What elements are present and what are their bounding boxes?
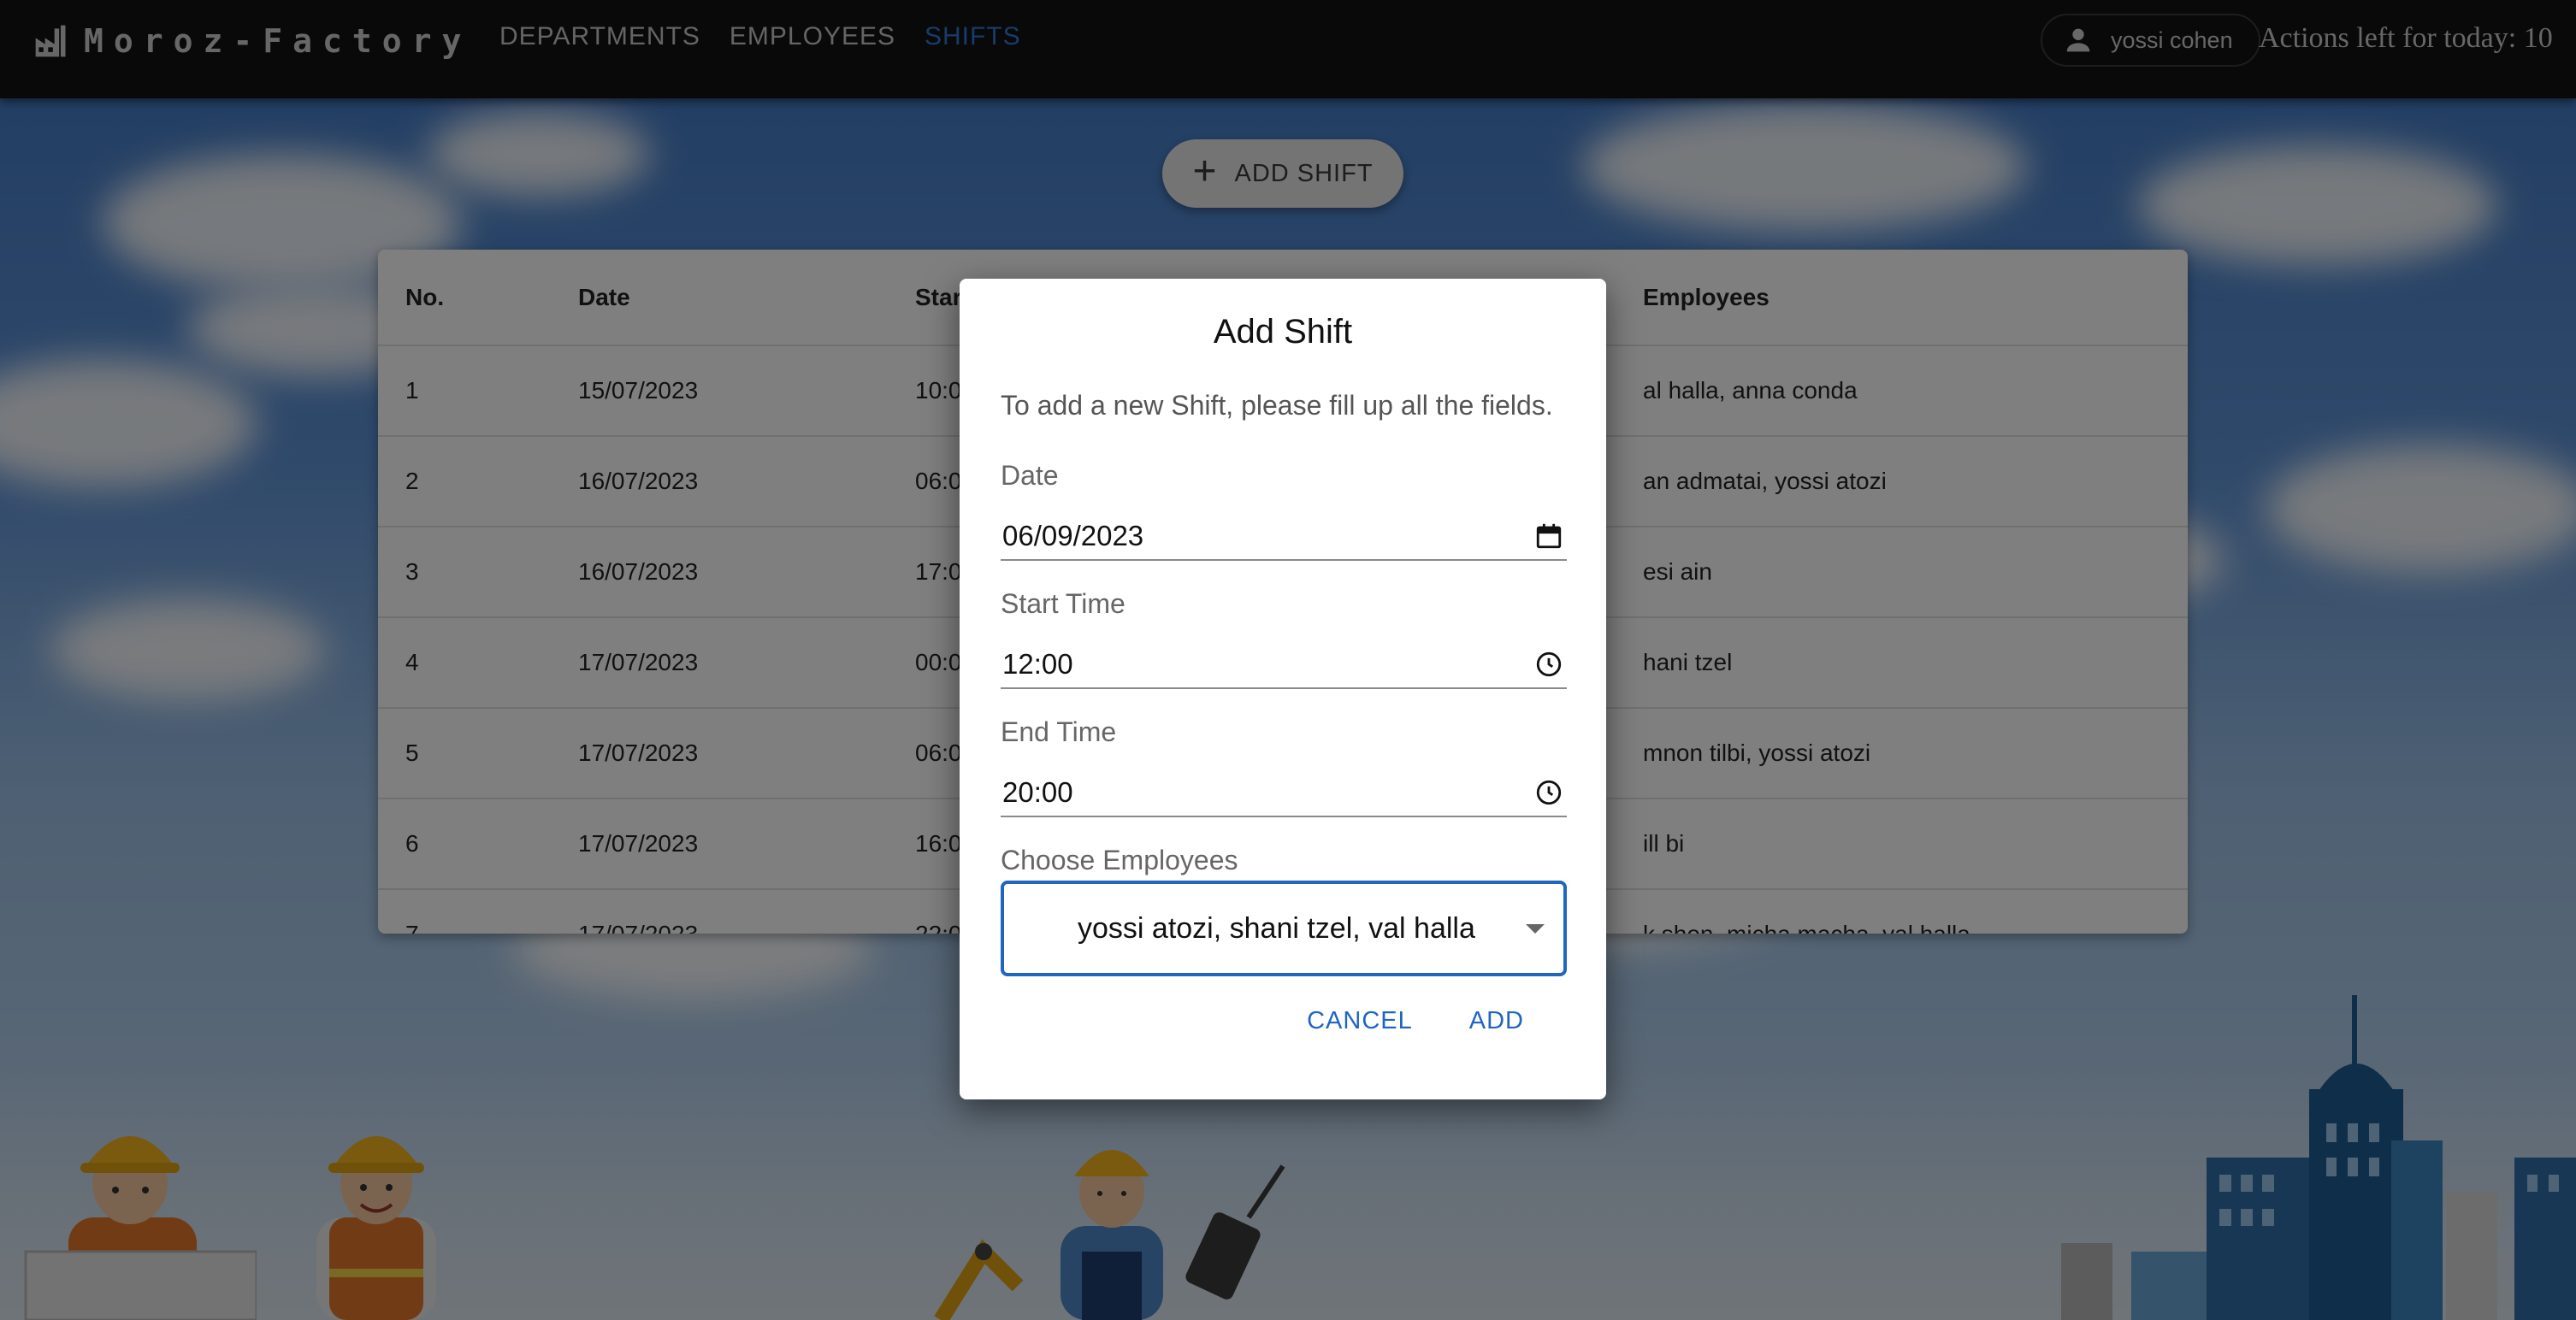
date-field[interactable]: 06/09/2023 xyxy=(1001,513,1567,561)
date-label: Date xyxy=(1001,460,1059,491)
start-time-label: Start Time xyxy=(1001,588,1126,619)
choose-employees-label: Choose Employees xyxy=(1001,845,1238,875)
employees-select[interactable]: yossi atozi, shani tzel, val halla xyxy=(1001,881,1567,976)
chevron-down-icon xyxy=(1526,923,1545,934)
calendar-icon[interactable] xyxy=(1534,522,1563,551)
end-time-label: End Time xyxy=(1001,716,1117,747)
clock-icon[interactable] xyxy=(1534,778,1563,807)
start-time-field[interactable]: 12:00 xyxy=(1001,641,1567,689)
dialog-instructions: To add a new Shift, please fill up all t… xyxy=(1001,390,1553,421)
dialog-title: Add Shift xyxy=(1213,313,1353,351)
clock-icon[interactable] xyxy=(1534,650,1563,679)
add-button[interactable]: ADD xyxy=(1469,1007,1524,1035)
date-value: 06/09/2023 xyxy=(1002,520,1144,551)
add-shift-dialog: Add Shift To add a new Shift, please fil… xyxy=(960,279,1606,1099)
employees-select-value: yossi atozi, shani tzel, val halla xyxy=(1078,911,1475,945)
cancel-button[interactable]: CANCEL xyxy=(1307,1007,1413,1035)
end-time-value: 20:00 xyxy=(1002,776,1073,808)
end-time-field[interactable]: 20:00 xyxy=(1001,769,1567,817)
start-time-value: 12:00 xyxy=(1002,648,1073,680)
dialog-actions: CANCEL ADD xyxy=(1307,1007,1524,1035)
